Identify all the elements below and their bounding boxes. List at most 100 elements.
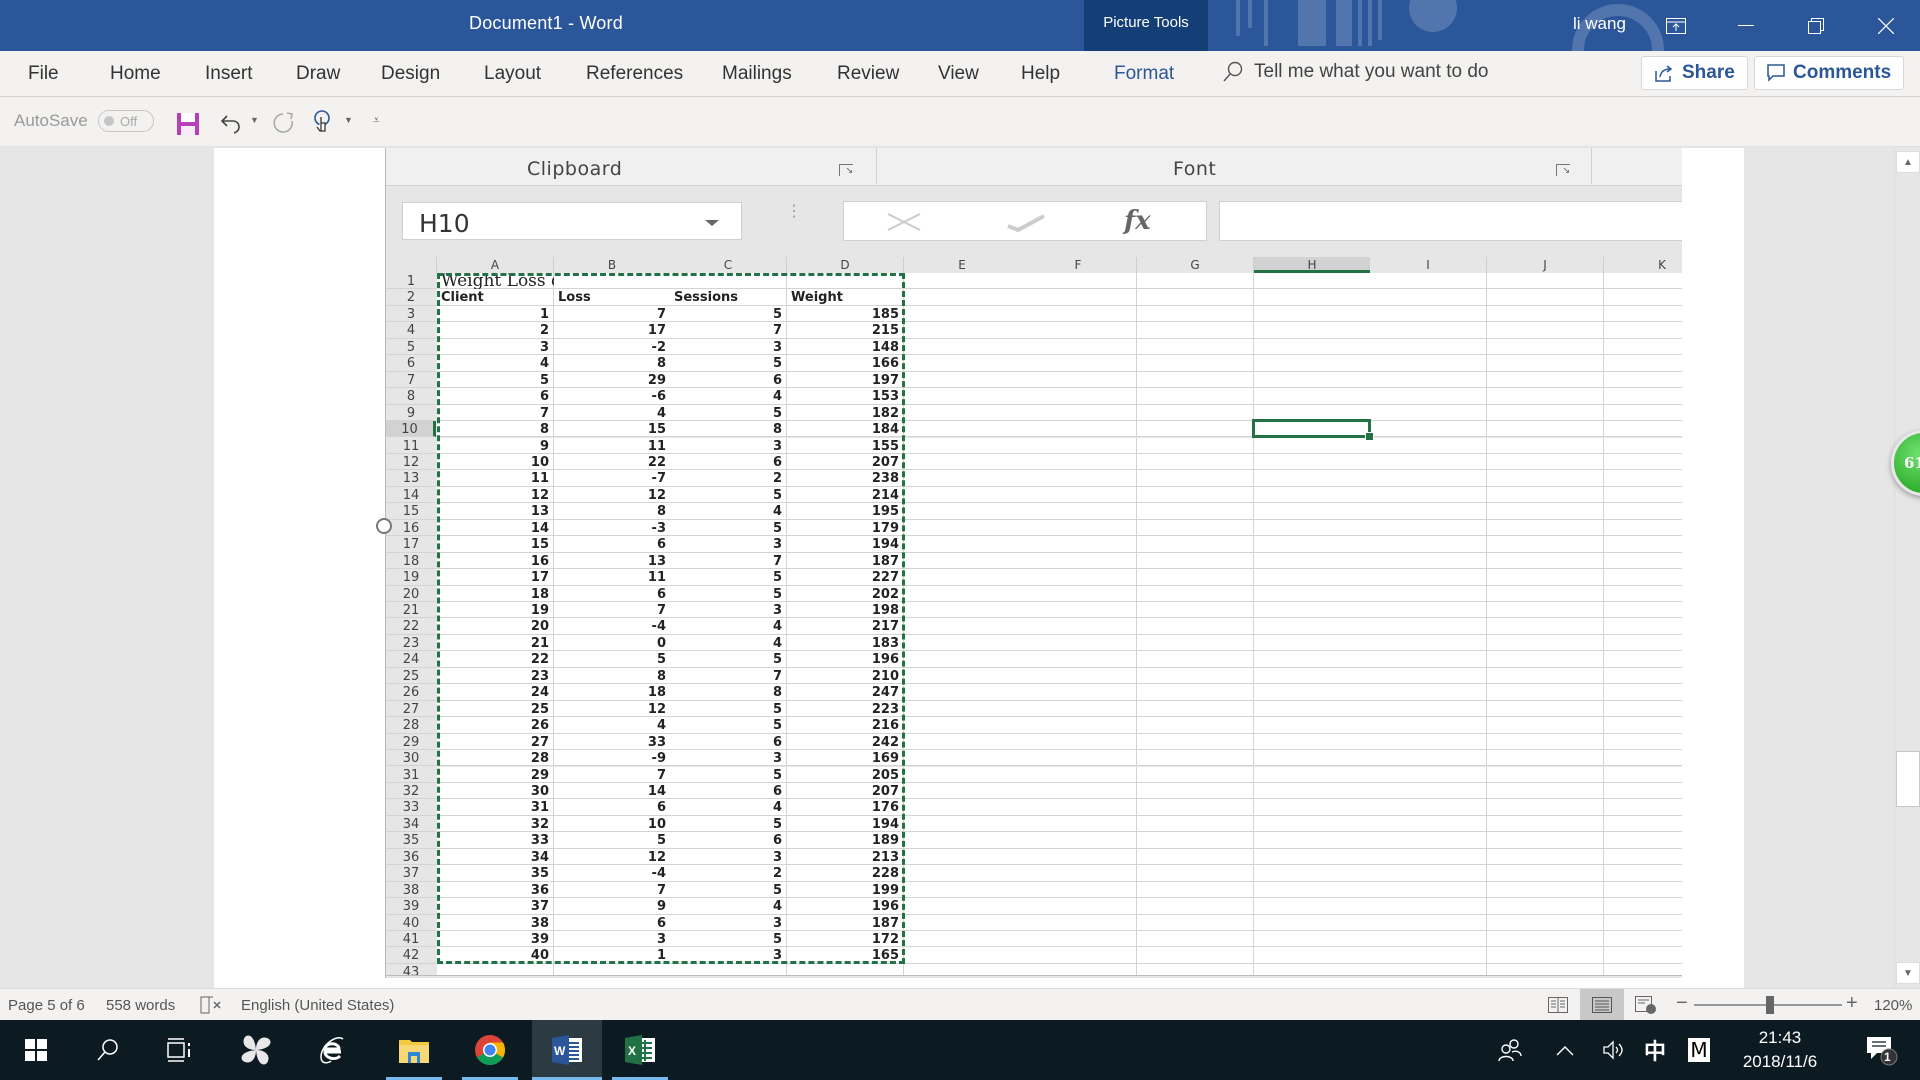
cell-b34[interactable]: 10 [554, 815, 671, 833]
cell-b32[interactable]: 14 [554, 782, 671, 800]
cell-h36[interactable] [1254, 848, 1371, 866]
cell-h35[interactable] [1254, 832, 1371, 849]
cell-b6[interactable]: 8 [554, 355, 671, 372]
cell-b24[interactable]: 5 [554, 651, 671, 668]
cell-k8[interactable] [1604, 388, 1682, 405]
cell-g31[interactable] [1137, 766, 1254, 783]
cell-e35[interactable] [904, 832, 1021, 849]
cell-e41[interactable] [904, 931, 1021, 948]
cell-h8[interactable] [1254, 388, 1371, 405]
cell-d9[interactable]: 182 [787, 404, 904, 422]
cell-c37[interactable]: 2 [670, 865, 787, 882]
cell-g12[interactable] [1137, 453, 1254, 471]
cell-c27[interactable]: 5 [670, 700, 787, 718]
row-header[interactable]: 2 [386, 289, 436, 306]
cell-d34[interactable]: 194 [787, 815, 904, 833]
cell-a17[interactable]: 15 [437, 536, 554, 553]
cell-g11[interactable] [1137, 437, 1254, 454]
cell-a38[interactable]: 36 [437, 881, 554, 899]
cell-f2[interactable] [1020, 289, 1137, 306]
save-icon[interactable] [176, 112, 200, 136]
cell-e1[interactable] [904, 273, 1021, 290]
cell-k21[interactable] [1604, 602, 1682, 619]
zoom-level[interactable]: 120% [1874, 997, 1912, 1014]
cell-d35[interactable]: 189 [787, 832, 904, 849]
tell-me-search[interactable]: Tell me what you want to do [1222, 61, 1488, 83]
column-header-f[interactable]: F [1020, 257, 1137, 273]
cell-a15[interactable]: 13 [437, 503, 554, 520]
cell-a21[interactable]: 19 [437, 602, 554, 619]
scroll-down-icon[interactable]: ▼ [1896, 962, 1920, 984]
cell-d32[interactable]: 207 [787, 782, 904, 800]
taskbar-pinwheel-app[interactable] [228, 1020, 284, 1080]
tab-file[interactable]: File [28, 63, 59, 85]
column-header-d[interactable]: D [787, 257, 904, 273]
cell-g35[interactable] [1137, 832, 1254, 849]
cell-i42[interactable] [1370, 947, 1487, 964]
cell-a8[interactable]: 6 [437, 388, 554, 405]
cell-j4[interactable] [1487, 322, 1604, 339]
tab-review[interactable]: Review [837, 63, 899, 85]
cell-g10[interactable] [1137, 421, 1254, 438]
cell-c2[interactable]: Sessions [670, 289, 787, 306]
cell-d24[interactable]: 196 [787, 651, 904, 668]
cell-j17[interactable] [1487, 536, 1604, 553]
cell-h13[interactable] [1254, 470, 1371, 487]
cell-b35[interactable]: 5 [554, 832, 671, 849]
cell-e20[interactable] [904, 585, 1021, 602]
row-header[interactable]: 10 [386, 421, 436, 438]
fill-handle[interactable] [1365, 432, 1374, 442]
cell-g3[interactable] [1137, 305, 1254, 323]
row-header[interactable]: 29 [386, 733, 436, 751]
cell-h41[interactable] [1254, 931, 1371, 948]
cell-e16[interactable] [904, 519, 1021, 537]
cell-c13[interactable]: 2 [670, 470, 787, 487]
cell-e11[interactable] [904, 437, 1021, 454]
cell-g39[interactable] [1137, 898, 1254, 915]
zoom-out-button[interactable]: − [1676, 992, 1688, 1015]
cell-e33[interactable] [904, 799, 1021, 816]
cell-g28[interactable] [1137, 717, 1254, 734]
cell-j32[interactable] [1487, 782, 1604, 800]
cell-k23[interactable] [1604, 634, 1682, 652]
cell-e38[interactable] [904, 881, 1021, 899]
cell-a23[interactable]: 21 [437, 634, 554, 652]
cell-c11[interactable]: 3 [670, 437, 787, 454]
cell-f21[interactable] [1020, 602, 1137, 619]
row-header[interactable]: 19 [386, 569, 436, 586]
cell-h21[interactable] [1254, 602, 1371, 619]
cell-e34[interactable] [904, 815, 1021, 833]
row-header[interactable]: 27 [386, 700, 436, 718]
row-header[interactable]: 20 [386, 585, 436, 602]
cell-k14[interactable] [1604, 486, 1682, 504]
scroll-thumb[interactable] [1896, 751, 1920, 807]
cell-g18[interactable] [1137, 552, 1254, 570]
cell-k9[interactable] [1604, 404, 1682, 422]
cell-e28[interactable] [904, 717, 1021, 734]
cell-i35[interactable] [1370, 832, 1487, 849]
cell-i30[interactable] [1370, 750, 1487, 767]
cell-a3[interactable]: 1 [437, 305, 554, 323]
cell-g20[interactable] [1137, 585, 1254, 602]
cell-f1[interactable] [1020, 273, 1137, 290]
cell-c24[interactable]: 5 [670, 651, 787, 668]
cell-e29[interactable] [904, 733, 1021, 751]
cell-j1[interactable] [1487, 273, 1604, 290]
word-count[interactable]: 558 words [106, 997, 175, 1014]
taskbar-chrome[interactable] [462, 1020, 518, 1080]
cell-k41[interactable] [1604, 931, 1682, 948]
cell-f8[interactable] [1020, 388, 1137, 405]
tab-layout[interactable]: Layout [484, 63, 541, 85]
cell-k7[interactable] [1604, 371, 1682, 389]
cell-f38[interactable] [1020, 881, 1137, 899]
row-header[interactable]: 32 [386, 782, 436, 800]
cell-c32[interactable]: 6 [670, 782, 787, 800]
cell-j36[interactable] [1487, 848, 1604, 866]
cell-i19[interactable] [1370, 569, 1487, 586]
cell-h6[interactable] [1254, 355, 1371, 372]
cell-a13[interactable]: 11 [437, 470, 554, 487]
cell-g15[interactable] [1137, 503, 1254, 520]
row-header[interactable]: 39 [386, 898, 436, 915]
cell-f20[interactable] [1020, 585, 1137, 602]
cell-a14[interactable]: 12 [437, 486, 554, 504]
